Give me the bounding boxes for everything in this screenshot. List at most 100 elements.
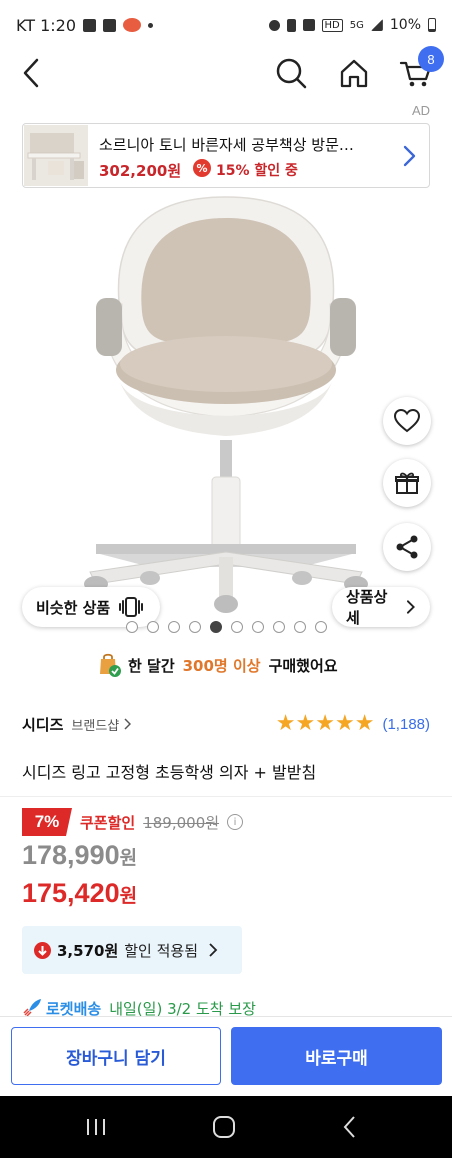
ad-thumbnail xyxy=(24,125,88,186)
system-back-icon xyxy=(343,1116,355,1138)
purchase-count: 한 달간 300명 이상 구매했어요 xyxy=(98,650,338,680)
purchase-count-value: 300명 이상 xyxy=(182,656,261,675)
savings-applied-button[interactable]: 3,570원 할인 적용됨 xyxy=(22,926,242,974)
similar-cards-icon xyxy=(119,597,144,617)
discount-percent-icon: % xyxy=(193,159,211,177)
network-type: 5G xyxy=(349,19,364,31)
more-notifications-icon xyxy=(148,22,154,28)
home-icon xyxy=(340,59,368,88)
gift-button[interactable] xyxy=(383,459,431,507)
brand-shop-link[interactable]: 브랜드샵 xyxy=(71,715,132,734)
rating[interactable]: ★★★★★ (1,188) xyxy=(276,713,430,735)
original-price: 189,000원 xyxy=(143,813,220,832)
review-count: (1,188) xyxy=(382,715,430,733)
chevron-right-icon xyxy=(403,145,416,167)
sale-price: 178,990원 xyxy=(22,840,137,871)
pagination-dot[interactable] xyxy=(210,621,222,633)
app-notification-icon xyxy=(123,18,142,32)
price-discount-row: 7% 쿠폰할인 189,000원 i xyxy=(22,808,244,836)
ad-label: AD xyxy=(411,103,430,118)
bluetooth-icon xyxy=(286,18,296,32)
ad-title: 소르니아 토니 바른자세 공부책상 방문… xyxy=(99,136,354,154)
recent-apps-icon xyxy=(87,1119,105,1135)
system-home-icon xyxy=(213,1116,235,1138)
carrier-time: KT 1:20 xyxy=(16,15,77,35)
desk-image xyxy=(24,125,88,186)
coupon-price-number: 175,420 xyxy=(22,878,120,908)
product-detail-label: 상품상세 xyxy=(346,588,388,627)
system-back-button[interactable] xyxy=(330,1112,370,1142)
cart-count-badge: 8 xyxy=(418,46,444,72)
discount-rate-badge: 7% xyxy=(22,808,72,836)
signal-icon xyxy=(370,19,383,31)
info-icon[interactable]: i xyxy=(227,814,244,830)
pagination-dot[interactable] xyxy=(126,621,138,633)
pagination-dot[interactable] xyxy=(252,621,264,633)
coupon-price-unit: 원 xyxy=(119,885,138,907)
shopping-bag-icon xyxy=(98,652,121,678)
ad-discount: 15% 할인 중 xyxy=(216,163,298,179)
search-icon xyxy=(276,58,307,89)
status-left: KT 1:20 xyxy=(16,15,154,35)
star-icon: ★ xyxy=(315,711,335,736)
battery-icon xyxy=(428,18,436,32)
add-to-cart-button[interactable]: 장바구니 담기 xyxy=(11,1027,221,1085)
star-icon: ★ xyxy=(275,711,296,736)
chevron-right-icon xyxy=(407,600,416,614)
heart-icon xyxy=(394,409,420,433)
star-icon: ★ xyxy=(335,711,355,736)
image-pagination xyxy=(126,621,327,633)
search-button[interactable] xyxy=(272,54,310,92)
pagination-dot[interactable] xyxy=(147,621,159,633)
savings-label: 할인 적용됨 xyxy=(124,941,199,960)
pagination-dot[interactable] xyxy=(315,621,327,633)
chevron-right-icon xyxy=(209,943,218,957)
back-icon xyxy=(23,58,39,88)
buy-now-button[interactable]: 바로구매 xyxy=(231,1027,442,1085)
gift-icon xyxy=(395,472,419,494)
purchase-prefix: 한 달간 xyxy=(128,656,175,675)
wishlist-button[interactable] xyxy=(383,397,431,445)
recent-apps-button[interactable] xyxy=(76,1112,116,1142)
similar-products-label: 비슷한 상품 xyxy=(36,598,111,617)
home-button[interactable] xyxy=(334,54,374,92)
brand-name[interactable]: 시디즈 xyxy=(22,714,63,735)
back-button[interactable] xyxy=(14,56,48,90)
brand-shop-label: 브랜드샵 xyxy=(71,718,120,734)
brand-rating-row: 시디즈 브랜드샵 ★★★★★ (1,188) xyxy=(22,712,430,736)
heart-status-icon xyxy=(103,18,117,32)
divider xyxy=(0,796,452,797)
alarm-icon xyxy=(268,19,280,31)
purchase-suffix: 구매했어요 xyxy=(268,656,338,675)
mute-icon xyxy=(302,19,315,31)
ad-price: 302,200원 xyxy=(99,162,182,180)
sale-price-unit: 원 xyxy=(119,847,138,869)
bottom-action-bar: 장바구니 담기 바로구매 xyxy=(0,1016,452,1096)
star-icon: ★ xyxy=(354,711,375,736)
ad-banner[interactable]: 소르니아 토니 바른자세 공부책상 방문… 302,200원 % 15% 할인 … xyxy=(22,123,430,188)
gallery-icon xyxy=(83,18,97,32)
hd-icon: HD xyxy=(321,18,343,32)
coupon-price: 175,420원 xyxy=(22,878,137,909)
product-title: 시디즈 링고 고정형 초등학생 의자 + 발받침 xyxy=(22,763,317,782)
status-bar: KT 1:20 HD 5G 10% xyxy=(0,0,452,50)
top-nav xyxy=(0,50,452,96)
product-detail-button[interactable]: 상품상세 xyxy=(332,587,430,627)
pagination-dot[interactable] xyxy=(294,621,306,633)
sale-price-number: 178,990 xyxy=(22,840,120,870)
pagination-dot[interactable] xyxy=(273,621,285,633)
status-right: HD 5G 10% xyxy=(268,17,436,33)
rocket-icon xyxy=(23,999,41,1017)
pagination-dot[interactable] xyxy=(231,621,243,633)
pagination-dot[interactable] xyxy=(168,621,180,633)
share-button[interactable] xyxy=(383,523,431,571)
star-icon: ★ xyxy=(295,711,316,736)
pagination-dot[interactable] xyxy=(189,621,201,633)
system-navigation-bar xyxy=(0,1096,452,1158)
arrow-down-icon xyxy=(34,941,51,959)
savings-amount: 3,570원 xyxy=(57,941,119,960)
rating-stars: ★★★★★ xyxy=(276,713,375,735)
system-home-button[interactable] xyxy=(204,1112,244,1142)
battery-percent: 10% xyxy=(389,17,421,33)
coupon-discount-label: 쿠폰할인 xyxy=(80,813,136,832)
